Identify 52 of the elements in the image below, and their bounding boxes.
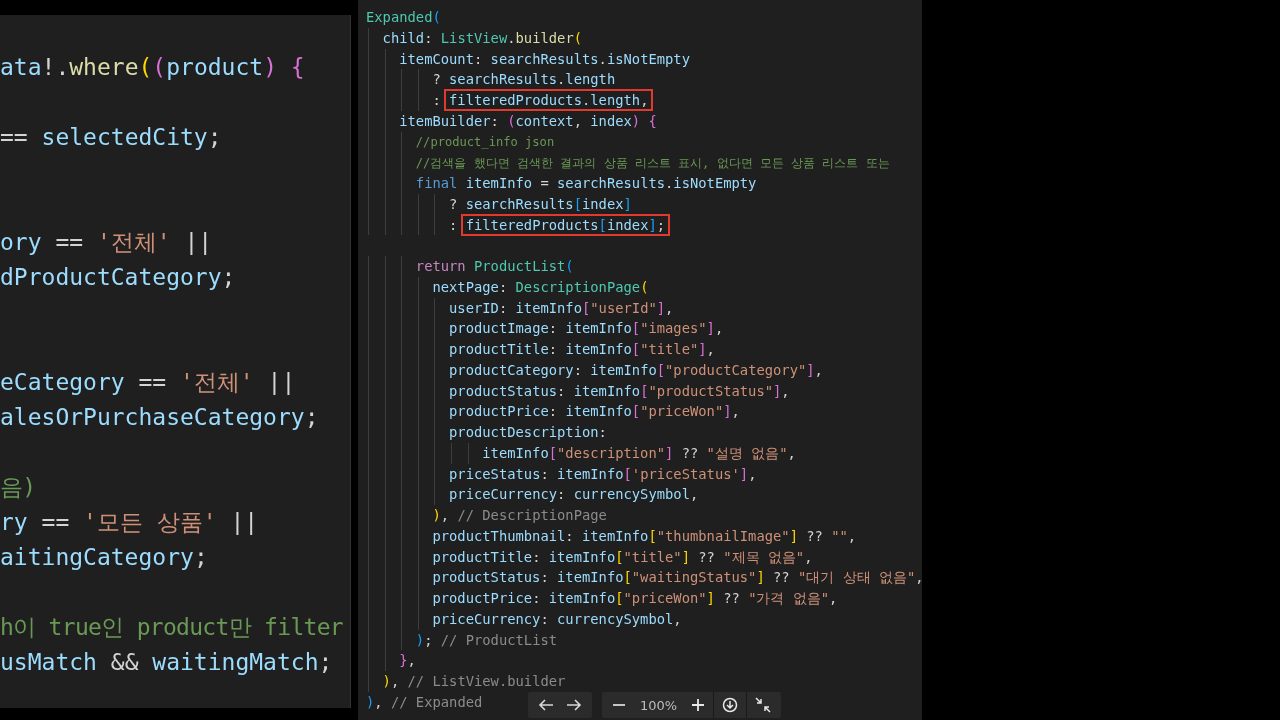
plus-icon [691,698,706,712]
code-line: productThumbnail: itemInfo["thumbnailImage"] ?? "", [432,526,857,546]
arrow-right-icon [566,698,582,712]
code-line: priceCurrency: currencySymbol, [449,485,699,505]
code-line: productTitle: itemInfo["title"] ?? "제목 없음", [432,547,813,567]
highlighted-code: filteredProducts.length, [446,91,652,110]
code-line: usMatch && waitingMatch; [0,649,333,675]
shrink-icon [755,697,772,713]
code-line: ), // Expanded [366,692,483,712]
code-line: itemInfo["description"] ?? "설명 없음", [482,443,796,463]
code-line: productDescription: [449,423,607,442]
code-text: : [449,215,459,235]
code-line: //검색을 했다면 검색한 결과의 상품 리스트 표시, 없다면 모든 상품 리스트 또는 [415,154,890,172]
code-line: userID: itemInfo["userId"], [449,298,674,318]
code-line: dProductCategory; [0,264,236,290]
code-line: ? searchResults.length [432,70,616,90]
code-line: //product_info json [415,134,555,151]
code-line: }, [399,651,416,671]
code-line: 음) [0,474,36,500]
code-line: itemBuilder: (context, index) { [399,111,657,131]
code-line: ? searchResults[index] [449,194,632,214]
arrow-left-icon [538,698,554,712]
code-line: productImage: itemInfo["images"], [449,319,724,339]
code-line: priceCurrency: currencySymbol, [432,609,682,629]
code-line: productPrice: itemInfo["priceWon"] ?? "가격 없음", [432,589,838,608]
code-line: nextPage: DescriptionPage( [432,277,649,297]
download-icon [722,697,739,713]
code-line: productTitle: itemInfo["title"], [449,340,715,359]
code-line: == selectedCity; [0,124,222,150]
zoom-level: 100% [639,697,679,713]
code-line: ), // DescriptionPage [432,506,607,525]
code-line: productStatus: itemInfo["productStatus"], [449,381,790,401]
code-line: ); // ProductList [415,630,558,650]
code-line: h이 true인 product만 filter [0,614,343,640]
code-line: ory == '전체' || [0,229,213,255]
code-line: productPrice: itemInfo["priceWon"], [449,402,740,422]
code-line: child: ListView.builder( [382,28,582,48]
code-line: alesOrPurchaseCategory; [0,404,319,430]
code-line: priceStatus: itemInfo['priceStatus'], [449,464,757,484]
code-line: productStatus: itemInfo["waitingStatus"] ?? "대기 상태 없음", [432,568,922,588]
code-line: final itemInfo = searchResults.isNotEmpty [415,174,757,193]
code-line: ry == '모든 상품' || [0,509,259,535]
code-line: aitingCategory; [0,544,208,570]
code-line: return ProductList( [415,257,574,276]
code-line: ), // ListView.builder [382,672,566,691]
code-line: itemCount: searchResults.isNotEmpty [399,49,690,69]
code-line: Expanded( [366,8,441,27]
code-text: : [432,91,442,110]
code-line: eCategory == '전체' || [0,369,296,395]
highlighted-code: filteredProducts[index]; [462,215,669,234]
code-line: productCategory: itemInfo["productCategory"], [449,360,823,380]
code-line: ata!.where((product) { [0,54,305,80]
